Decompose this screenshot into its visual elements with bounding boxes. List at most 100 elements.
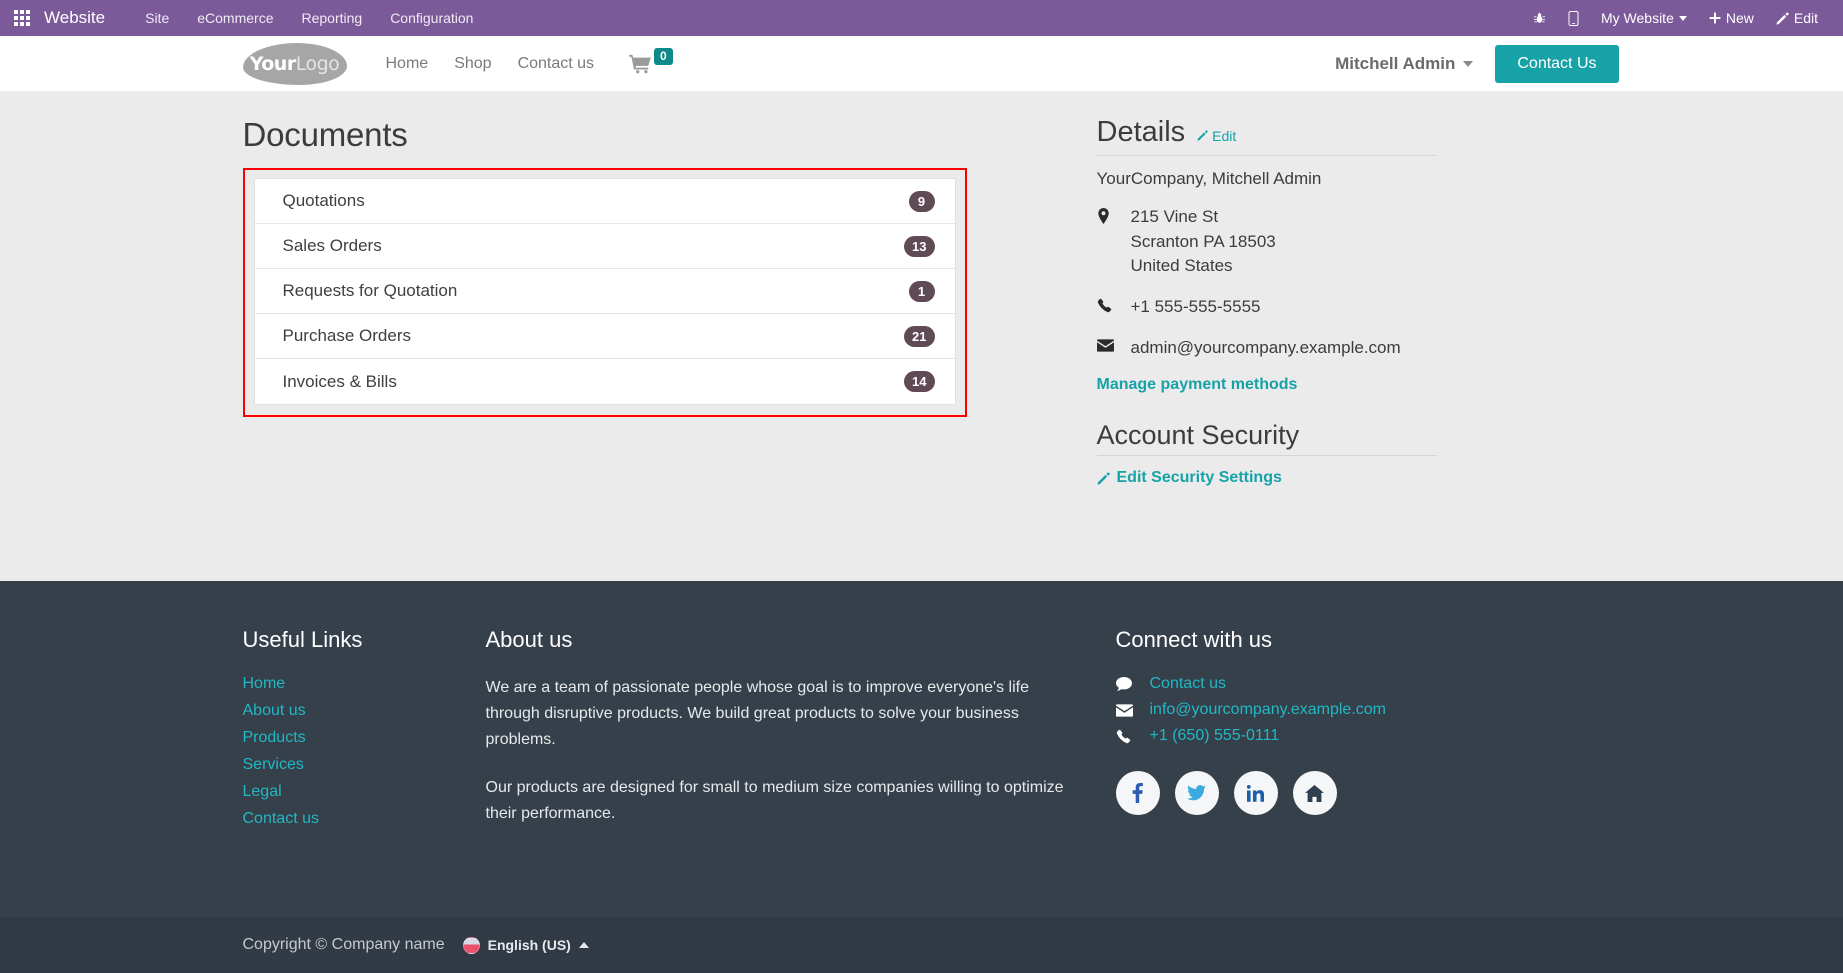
details-edit-link[interactable]: Edit	[1197, 128, 1236, 144]
list-item-label: Invoices & Bills	[282, 371, 397, 391]
chevron-down-icon	[1678, 15, 1687, 21]
odoo-menu: Site eCommerce Reporting Configuration	[131, 5, 487, 31]
user-menu-label: Mitchell Admin	[1335, 53, 1456, 73]
menu-item-configuration[interactable]: Configuration	[376, 5, 487, 31]
divider	[1096, 155, 1437, 156]
footer-link-products[interactable]: Products	[243, 729, 486, 747]
phone-icon	[1116, 729, 1136, 744]
copyright-text: Copyright © Company name	[242, 936, 445, 953]
documents-column: Documents Quotations 9 Sales Orders 13 R…	[242, 116, 1003, 490]
email-block: admin@yourcompany.example.com	[1096, 336, 1437, 361]
apps-grid-icon[interactable]	[14, 10, 30, 26]
list-item[interactable]: Purchase Orders 21	[254, 314, 955, 359]
list-item[interactable]: Quotations 9	[254, 179, 955, 224]
bug-icon[interactable]	[1522, 6, 1557, 30]
map-pin-icon	[1097, 205, 1117, 279]
details-column: Details Edit YourCompany, Mitchell Admin…	[1096, 116, 1437, 490]
footer-link-contact-us[interactable]: Contact us	[243, 810, 486, 828]
language-selector-label: English (US)	[487, 937, 571, 953]
company-name: YourCompany, Mitchell Admin	[1096, 169, 1322, 188]
cart-button[interactable]: 0	[629, 47, 673, 74]
us-flag-icon	[462, 936, 480, 954]
footer-link-home[interactable]: Home	[243, 675, 486, 693]
facebook-icon[interactable]	[1115, 771, 1160, 815]
manage-payment-methods-link[interactable]: Manage payment methods	[1097, 376, 1298, 393]
menu-item-ecommerce[interactable]: eCommerce	[183, 5, 287, 31]
list-item-label: Requests for Quotation	[282, 281, 458, 300]
pencil-icon	[1197, 130, 1208, 141]
account-security-title: Account Security	[1096, 420, 1300, 451]
user-menu[interactable]: Mitchell Admin	[1335, 53, 1474, 74]
plus-icon	[1709, 12, 1721, 24]
linkedin-icon[interactable]	[1233, 771, 1278, 815]
footer-phone-row: +1 (650) 555-0111	[1116, 727, 1556, 745]
nav-link-shop[interactable]: Shop	[441, 49, 504, 79]
site-footer: Useful Links Home About us Products Serv…	[0, 581, 1843, 917]
social-links	[1115, 771, 1556, 815]
footer-about-title: About us	[485, 627, 573, 652]
chevron-down-icon	[1463, 60, 1474, 67]
list-item[interactable]: Invoices & Bills 14	[254, 359, 955, 404]
list-item[interactable]: Sales Orders 13	[254, 224, 955, 269]
list-item[interactable]: Requests for Quotation 1	[254, 269, 955, 314]
phone-block: +1 555-555-5555	[1097, 295, 1437, 320]
footer-useful-links-title: Useful Links	[242, 627, 363, 652]
documents-list: Quotations 9 Sales Orders 13 Requests fo…	[253, 178, 956, 405]
address-line-2: Scranton PA 18503	[1130, 231, 1276, 251]
footer-link-about-us[interactable]: About us	[243, 702, 486, 720]
status-badge: 13	[904, 235, 935, 257]
footer-link-services[interactable]: Services	[243, 756, 486, 774]
pencil-icon	[1097, 472, 1110, 485]
edit-security-settings-link[interactable]: Edit Security Settings	[1097, 469, 1282, 487]
envelope-icon	[1115, 703, 1136, 717]
footer-phone-link[interactable]: +1 (650) 555-0111	[1150, 727, 1280, 745]
status-badge: 9	[908, 190, 935, 212]
footer-contact-us-link[interactable]: Contact us	[1150, 675, 1226, 693]
page-title: Documents	[242, 116, 408, 153]
footer-useful-links: Useful Links Home About us Products Serv…	[243, 627, 486, 849]
footer-about-paragraph-2: Our products are designed for small to m…	[485, 778, 1064, 822]
site-navigation: Home Shop Contact us	[373, 49, 608, 79]
odoo-app-name[interactable]: Website	[44, 8, 105, 28]
menu-item-site[interactable]: Site	[131, 5, 183, 31]
footer-email-row: info@yourcompany.example.com	[1115, 701, 1556, 719]
new-button[interactable]: New	[1698, 5, 1765, 31]
footer-about-us: About us We are a team of passionate peo…	[486, 627, 1116, 849]
contact-us-button[interactable]: Contact Us	[1495, 44, 1619, 83]
address-lines: 215 Vine St Scranton PA 18503 United Sta…	[1131, 205, 1276, 279]
phone-number: +1 555-555-5555	[1130, 296, 1261, 316]
shopping-cart-icon	[629, 54, 651, 73]
email-address: admin@yourcompany.example.com	[1130, 337, 1401, 357]
footer-contact-row: Contact us	[1115, 675, 1556, 693]
main-content: Documents Quotations 9 Sales Orders 13 R…	[0, 92, 1843, 581]
website-selector-label: My Website	[1600, 10, 1674, 26]
divider	[1096, 455, 1437, 457]
details-edit-label: Edit	[1212, 127, 1237, 144]
twitter-icon[interactable]	[1174, 771, 1219, 815]
odoo-systray: My Website New Edit	[1522, 5, 1829, 31]
logo-text: YourLogo	[249, 52, 340, 75]
details-title: Details	[1096, 116, 1186, 148]
mobile-preview-icon[interactable]	[1557, 6, 1590, 31]
nav-link-contact-us[interactable]: Contact us	[505, 49, 607, 79]
footer-connect: Connect with us Contact us info@yourcomp…	[1115, 627, 1556, 849]
website-header: YourLogo Home Shop Contact us 0 Mitchell…	[0, 36, 1843, 92]
menu-item-reporting[interactable]: Reporting	[287, 5, 376, 31]
footer-email-link[interactable]: info@yourcompany.example.com	[1150, 701, 1387, 719]
home-icon[interactable]	[1292, 771, 1337, 815]
language-selector[interactable]: English (US)	[462, 936, 589, 954]
site-logo[interactable]: YourLogo	[242, 42, 347, 85]
edit-button-label: Edit	[1793, 10, 1818, 26]
nav-link-home[interactable]: Home	[373, 49, 442, 79]
phone-icon	[1097, 295, 1117, 320]
footer-link-legal[interactable]: Legal	[243, 783, 486, 801]
list-item-label: Quotations	[282, 191, 365, 210]
edit-button[interactable]: Edit	[1765, 5, 1829, 31]
envelope-icon	[1096, 336, 1117, 361]
edit-security-settings-label: Edit Security Settings	[1116, 469, 1282, 487]
copyright-bar: Copyright © Company name English (US)	[0, 917, 1843, 973]
pencil-icon	[1776, 12, 1789, 25]
status-badge: 1	[908, 280, 935, 302]
address-block: 215 Vine St Scranton PA 18503 United Sta…	[1097, 205, 1437, 279]
website-selector[interactable]: My Website	[1590, 5, 1698, 31]
